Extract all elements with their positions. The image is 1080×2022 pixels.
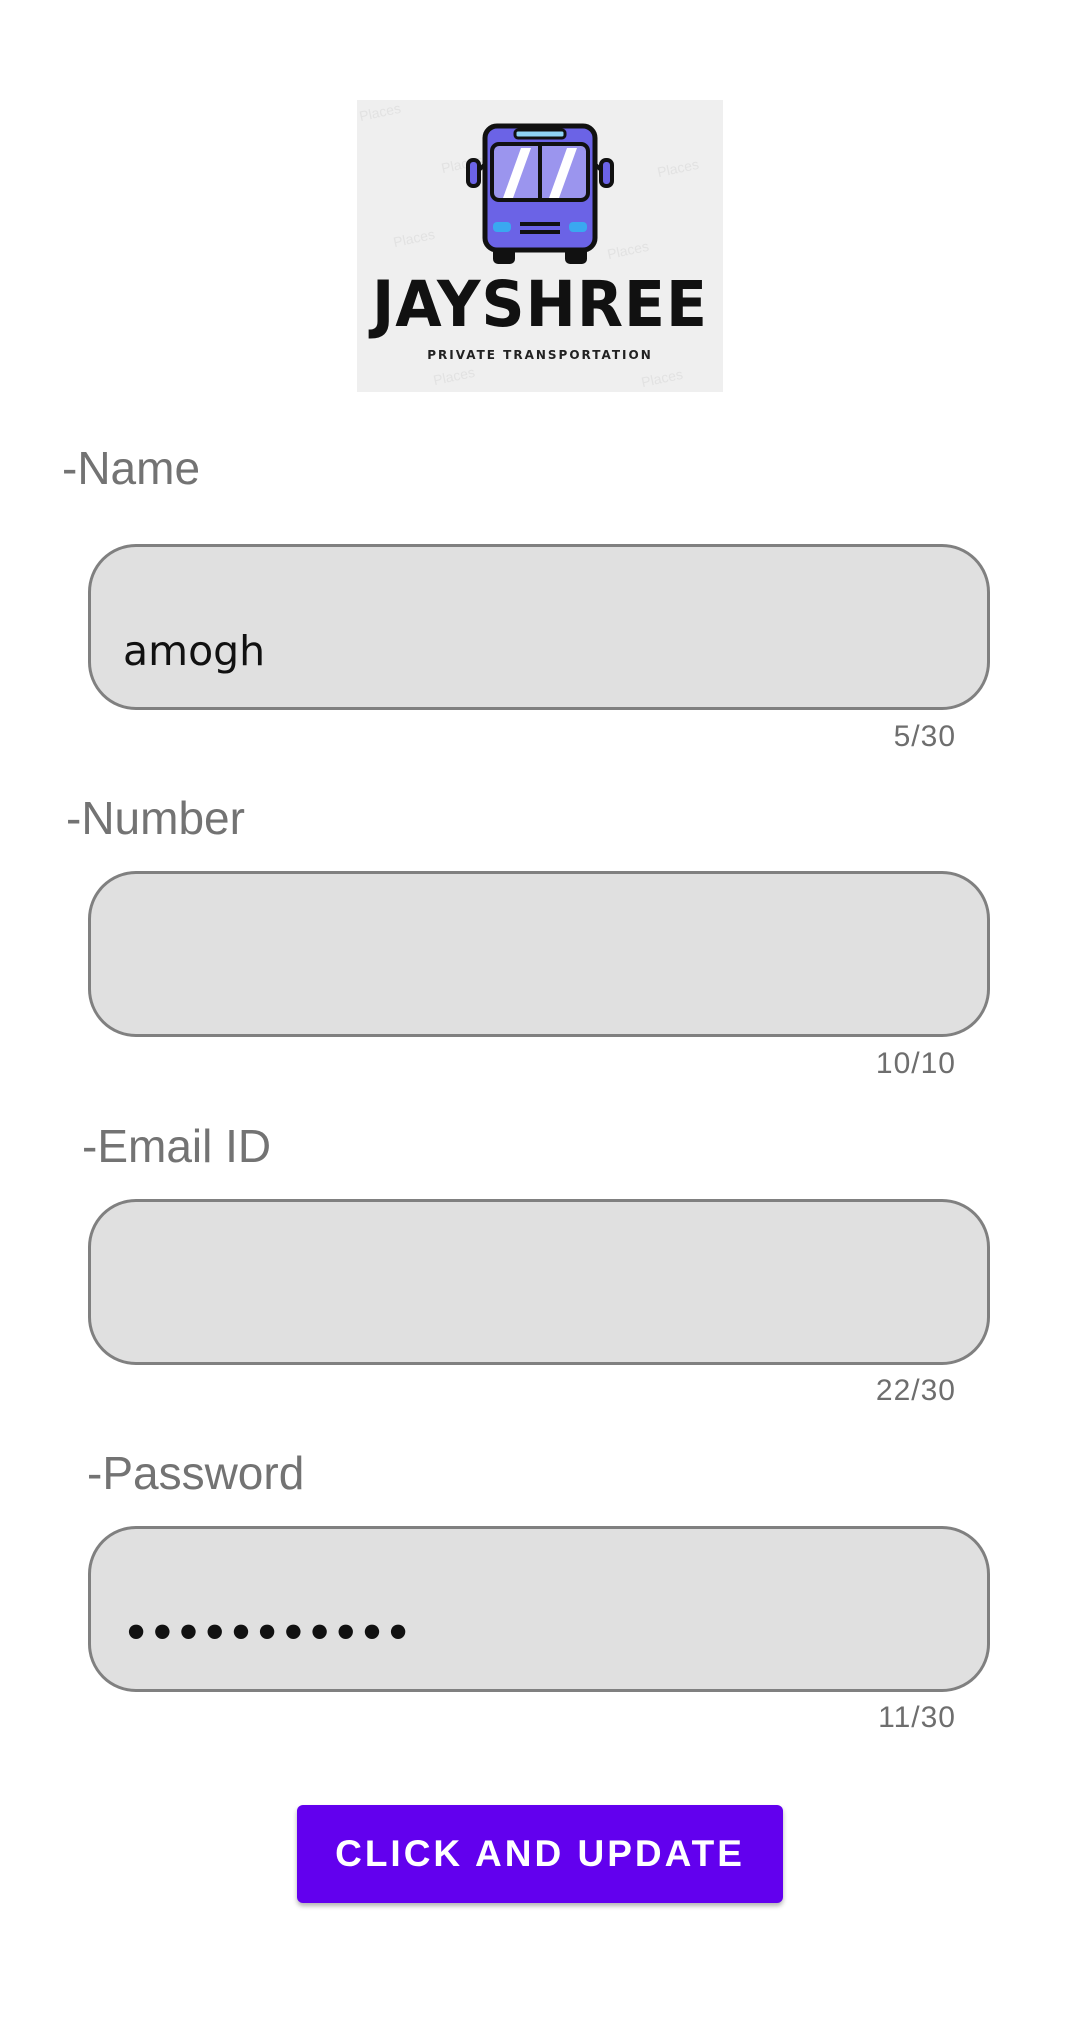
password-label: -Password bbox=[87, 1447, 305, 1499]
number-field[interactable] bbox=[88, 871, 990, 1037]
email-field[interactable] bbox=[88, 1199, 990, 1365]
password-char-counter: 11/30 bbox=[878, 1701, 956, 1734]
watermark-text: Places bbox=[655, 155, 701, 181]
password-value: ••••••••••• bbox=[123, 1609, 412, 1657]
name-label: -Name bbox=[62, 442, 201, 494]
name-field[interactable]: amogh bbox=[88, 544, 990, 710]
name-value: amogh bbox=[123, 627, 266, 675]
watermark-text: Places bbox=[357, 100, 403, 125]
password-field[interactable]: ••••••••••• bbox=[88, 1526, 990, 1692]
watermark-text: Places bbox=[639, 365, 685, 391]
email-char-counter: 22/30 bbox=[875, 1374, 956, 1407]
jayshree-logo: Places Places Places Places Places Place… bbox=[357, 100, 723, 392]
brand-tagline: PRIVATE TRANSPORTATION bbox=[427, 348, 653, 362]
brand-name: JAYSHREE bbox=[371, 268, 709, 342]
email-label: -Email ID bbox=[82, 1120, 272, 1172]
name-char-counter: 5/30 bbox=[893, 720, 956, 753]
number-char-counter: 10/10 bbox=[875, 1047, 956, 1080]
bus-icon bbox=[466, 123, 614, 264]
update-profile-screen: Places Places Places Places Places Place… bbox=[0, 0, 1080, 2022]
watermark-text: Places bbox=[391, 225, 437, 251]
click-and-update-button[interactable]: CLICK AND UPDATE bbox=[297, 1805, 783, 1903]
watermark-text: Places bbox=[431, 363, 477, 389]
number-label: -Number bbox=[66, 792, 245, 844]
